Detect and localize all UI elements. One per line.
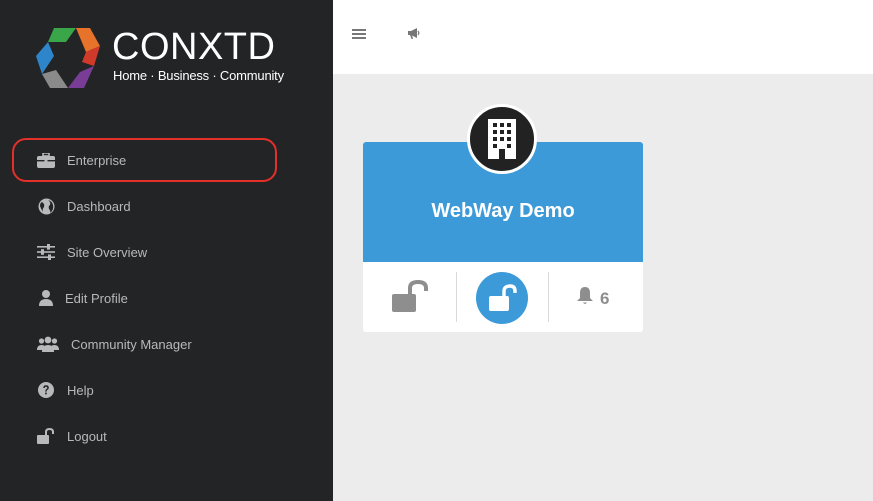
sidebar-item-community-manager[interactable]: Community Manager [36,332,192,356]
building-icon [467,104,537,174]
briefcase-icon [36,150,56,170]
sidebar-item-help[interactable]: Help [36,378,94,402]
action-divider [548,272,549,322]
unlock-blue-icon[interactable] [476,272,528,324]
question-icon [36,380,56,400]
site-card-header[interactable]: WebWay Demo [363,104,643,262]
alerts-button[interactable]: 6 [576,286,609,311]
users-icon [36,334,60,354]
alert-count: 6 [600,288,610,308]
sliders-icon [36,242,56,262]
sidebar: CONXTD Home · Business · Community Enter… [0,0,333,501]
action-divider [456,272,457,322]
sidebar-item-label: Dashboard [67,198,131,214]
site-card-actions: 6 [363,262,643,332]
unlock-grey-icon[interactable] [390,279,430,314]
sidebar-item-label: Community Manager [71,336,192,352]
brand-tagline: Home · Business · Community [113,68,284,83]
sidebar-item-label: Edit Profile [65,290,128,306]
bell-icon [576,286,594,311]
brand-name: CONXTD [112,26,276,68]
site-card[interactable]: WebWay Demo 6 [363,104,643,332]
bullhorn-icon[interactable] [407,27,423,43]
sidebar-item-label: Logout [67,428,107,444]
site-card-title: WebWay Demo [431,200,575,222]
sidebar-item-site-overview[interactable]: Site Overview [36,240,147,264]
brand-logo[interactable]: CONXTD Home · Business · Community [36,26,296,90]
sidebar-item-edit-profile[interactable]: Edit Profile [36,286,128,310]
user-icon [36,288,56,308]
sidebar-item-label: Enterprise [67,152,127,168]
sidebar-item-enterprise[interactable]: Enterprise [36,148,126,172]
top-bar [333,0,873,74]
sidebar-item-logout[interactable]: Logout [36,424,107,448]
sidebar-item-dashboard[interactable]: Dashboard [36,194,131,218]
sidebar-item-label: Site Overview [67,244,148,260]
globe-icon [36,196,56,216]
sidebar-item-label: Help [67,382,94,398]
menu-icon[interactable] [352,27,370,45]
unlock-icon [36,426,56,446]
conxtd-logo-icon [36,28,100,88]
